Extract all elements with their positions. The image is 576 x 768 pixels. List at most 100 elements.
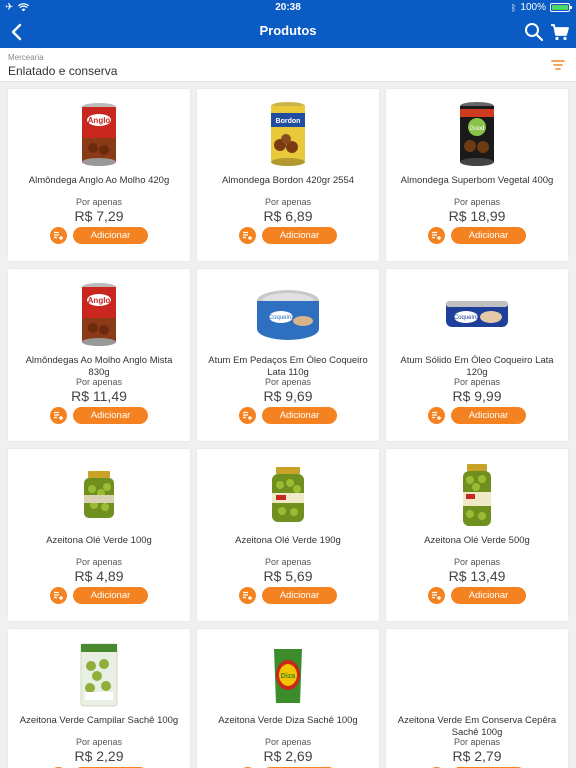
svg-text:Anglo: Anglo: [88, 116, 111, 125]
add-button[interactable]: Adicionar: [73, 587, 148, 604]
product-name: Azeitona Verde Diza Sachê 100g: [218, 715, 358, 726]
product-price: R$ 9,69: [263, 388, 313, 404]
svg-text:Bordon: Bordon: [276, 118, 301, 125]
page-title: Produtos: [259, 23, 317, 38]
product-price: R$ 9,99: [452, 388, 502, 404]
add-button[interactable]: Adicionar: [451, 407, 526, 424]
add-button[interactable]: Adicionar: [451, 587, 526, 604]
category-name: Enlatado e conserva: [8, 64, 118, 78]
sort-filter-icon[interactable]: [550, 57, 566, 73]
add-to-list-icon[interactable]: [239, 227, 256, 244]
product-image[interactable]: [8, 459, 190, 531]
product-name: Azeitona Olé Verde 100g: [46, 535, 152, 546]
add-button[interactable]: Adicionar: [451, 227, 526, 244]
product-card[interactable]: Coqueiro Atum Em Pedaços Em Óleo Coqueiro…: [197, 269, 379, 441]
product-name: Azeitona Verde Em Conserva Cepêra Sachê …: [397, 715, 557, 738]
svg-text:Coqueiro: Coqueiro: [269, 315, 294, 321]
product-price: R$ 13,49: [448, 568, 506, 584]
product-image[interactable]: Anglo: [8, 279, 190, 351]
price-caption: Por apenas: [264, 557, 312, 567]
add-to-list-icon[interactable]: [50, 407, 67, 424]
price-caption: Por apenas: [75, 197, 123, 207]
svg-text:Coqueiro: Coqueiro: [454, 315, 479, 321]
product-price: R$ 2,79: [452, 748, 502, 764]
price-caption: Por apenas: [264, 197, 312, 207]
add-to-list-icon[interactable]: [428, 227, 445, 244]
product-image[interactable]: Diza: [197, 639, 379, 711]
product-image[interactable]: Good: [386, 99, 568, 171]
category-bar: Mercearia Enlatado e conserva: [0, 48, 576, 82]
product-name: Atum Sólido Em Óleo Coqueiro Lata 120g: [400, 355, 554, 378]
product-image[interactable]: [197, 459, 379, 531]
product-price: R$ 18,99: [448, 208, 506, 224]
status-time: 20:38: [275, 2, 301, 13]
battery-icon: [550, 3, 572, 12]
add-to-list-icon[interactable]: [428, 407, 445, 424]
price-caption: Por apenas: [453, 737, 501, 747]
product-card[interactable]: Bordon Almondega Bordon 420gr 2554 Por ape…: [197, 89, 379, 261]
product-name: Azeitona Olé Verde 500g: [424, 535, 530, 546]
product-image[interactable]: Coqueiro: [197, 279, 379, 351]
price-caption: Por apenas: [75, 377, 123, 387]
search-icon[interactable]: [524, 22, 544, 42]
add-to-list-icon[interactable]: [239, 587, 256, 604]
price-caption: Por apenas: [453, 557, 501, 567]
product-name: Azeitona Verde Campilar Sachê 100g: [19, 715, 179, 726]
product-image[interactable]: Anglo: [8, 99, 190, 171]
product-price: R$ 2,29: [74, 748, 124, 764]
add-button[interactable]: Adicionar: [73, 407, 148, 424]
product-card[interactable]: Azeitona Verde Campilar Sachê 100g Por ap…: [8, 629, 190, 768]
product-card[interactable]: Coqueiro Atum Sólido Em Óleo Coqueiro Lat…: [386, 269, 568, 441]
add-to-list-icon[interactable]: [50, 227, 67, 244]
price-caption: Por apenas: [264, 737, 312, 747]
svg-text:Good: Good: [470, 126, 485, 132]
product-image[interactable]: [386, 459, 568, 531]
price-caption: Por apenas: [453, 377, 501, 387]
product-card[interactable]: Azeitona Verde Em Conserva Cepêra Sachê …: [386, 629, 568, 768]
add-to-list-icon[interactable]: [239, 407, 256, 424]
battery-percent: 100%: [520, 2, 546, 13]
product-name: Almôndegas Ao Molho Anglo Mista 830g: [25, 355, 173, 378]
add-button[interactable]: Adicionar: [262, 407, 337, 424]
product-card[interactable]: Diza Azeitona Verde Diza Sachê 100g Por ap…: [197, 629, 379, 768]
price-caption: Por apenas: [264, 377, 312, 387]
product-name: Almondega Superbom Vegetal 400g: [400, 175, 554, 186]
product-card[interactable]: Azeitona Olé Verde 100g Por apenas R$ 4,89…: [8, 449, 190, 621]
product-image[interactable]: Bordon: [197, 99, 379, 171]
price-caption: Por apenas: [75, 557, 123, 567]
product-price: R$ 2,69: [263, 748, 313, 764]
product-name: Almondega Bordon 420gr 2554: [221, 175, 355, 186]
add-button[interactable]: Adicionar: [262, 227, 337, 244]
nav-bar: Produtos: [0, 16, 576, 48]
product-card[interactable]: Azeitona Olé Verde 500g Por apenas R$ 13,4…: [386, 449, 568, 621]
product-grid: Anglo Almôndega Anglo Ao Molho 420g Por ap…: [8, 89, 568, 768]
product-card[interactable]: Azeitona Olé Verde 190g Por apenas R$ 5,69…: [197, 449, 379, 621]
product-name: Azeitona Olé Verde 190g: [235, 535, 341, 546]
product-image[interactable]: [8, 639, 190, 711]
add-to-list-icon[interactable]: [428, 587, 445, 604]
add-button[interactable]: Adicionar: [262, 587, 337, 604]
price-caption: Por apenas: [453, 197, 501, 207]
product-price: R$ 7,29: [74, 208, 124, 224]
product-card[interactable]: Anglo Almôndegas Ao Molho Anglo Mista 830…: [8, 269, 190, 441]
product-price: R$ 5,69: [263, 568, 313, 584]
cart-icon[interactable]: [550, 22, 570, 42]
product-image[interactable]: Coqueiro: [386, 279, 568, 351]
bluetooth-icon: ᛒ: [511, 2, 517, 13]
product-price: R$ 11,49: [71, 388, 127, 404]
status-right: ᛒ 100%: [511, 2, 572, 13]
category-parent: Mercearia: [8, 53, 44, 62]
svg-text:Diza: Diza: [281, 673, 296, 680]
add-to-list-icon[interactable]: [50, 587, 67, 604]
svg-text:Anglo: Anglo: [88, 296, 111, 305]
product-price: R$ 6,89: [263, 208, 313, 224]
product-card[interactable]: Good Almondega Superbom Vegetal 400g Por a…: [386, 89, 568, 261]
add-button[interactable]: Adicionar: [73, 227, 148, 244]
price-caption: Por apenas: [75, 737, 123, 747]
product-name: Almôndega Anglo Ao Molho 420g: [28, 175, 170, 186]
product-price: R$ 4,89: [74, 568, 124, 584]
status-bar: ✈ 20:38 ᛒ 100%: [0, 0, 576, 16]
product-card[interactable]: Anglo Almôndega Anglo Ao Molho 420g Por ap…: [8, 89, 190, 261]
product-image[interactable]: [386, 639, 568, 711]
product-name: Atum Em Pedaços Em Óleo Coqueiro Lata 11…: [208, 355, 368, 378]
